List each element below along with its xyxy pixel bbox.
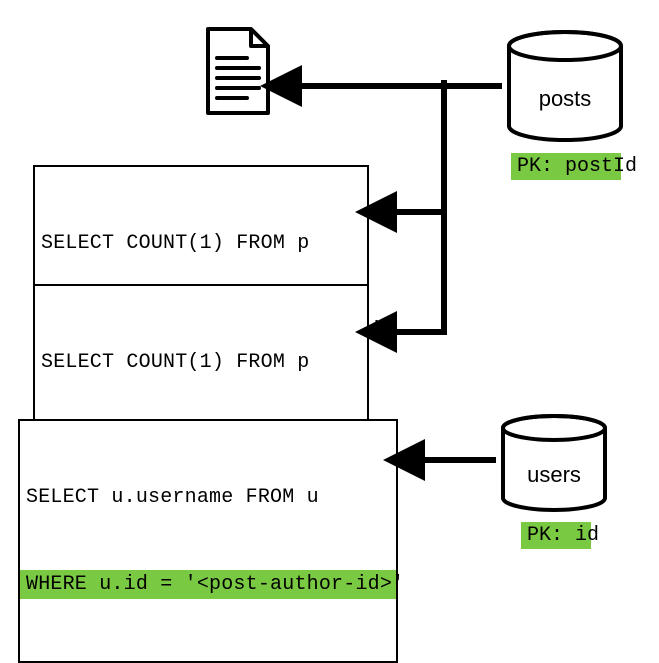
database-posts-label: posts <box>505 86 625 112</box>
document-icon <box>203 26 273 123</box>
sql-query-author: SELECT u.username FROM u WHERE u.id = '<… <box>18 419 398 663</box>
database-users-label: users <box>499 462 609 488</box>
pk-badge-posts: PK: postId <box>511 153 621 180</box>
sql-line: SELECT u.username FROM u <box>26 483 390 512</box>
database-users: users <box>499 414 609 519</box>
sql-line: SELECT COUNT(1) FROM p <box>41 348 361 377</box>
pk-badge-users: PK: id <box>521 522 591 549</box>
diagram-canvas: posts PK: postId users PK: id SELECT COU… <box>0 0 659 573</box>
sql-line-highlight: WHERE u.id = '<post-author-id>' <box>20 570 396 599</box>
sql-line: SELECT COUNT(1) FROM p <box>41 229 361 258</box>
database-posts: posts <box>505 30 625 149</box>
